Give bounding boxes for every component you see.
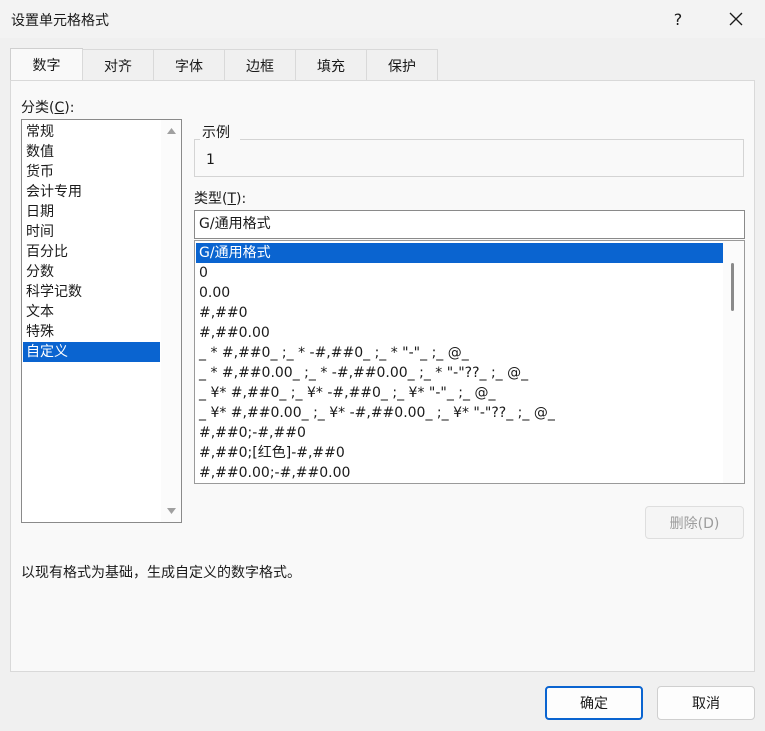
type-item[interactable]: #,##0;[红色]-#,##0 bbox=[196, 443, 723, 463]
category-label: 分类(C): bbox=[21, 97, 74, 117]
help-icon: ? bbox=[673, 9, 683, 29]
category-items: 常规 数值 货币 会计专用 日期 时间 百分比 分数 科学记数 文本 特殊 自定… bbox=[23, 122, 160, 362]
help-button[interactable]: ? bbox=[662, 4, 694, 34]
sample-value: 1 bbox=[206, 152, 215, 168]
category-item-time[interactable]: 时间 bbox=[23, 222, 160, 242]
category-item-general[interactable]: 常规 bbox=[23, 122, 160, 142]
type-item[interactable]: #,##0.00;-#,##0.00 bbox=[196, 463, 723, 483]
type-item[interactable]: _ ¥* #,##0.00_ ;_ ¥* -#,##0.00_ ;_ ¥* "-… bbox=[196, 403, 723, 423]
tab-border[interactable]: 边框 bbox=[224, 49, 296, 81]
type-item[interactable]: 0.00 bbox=[196, 283, 723, 303]
tab-fill[interactable]: 填充 bbox=[295, 49, 367, 81]
category-label-suffix: ): bbox=[64, 100, 75, 116]
type-scrollbar[interactable] bbox=[723, 241, 744, 483]
category-list[interactable]: 常规 数值 货币 会计专用 日期 时间 百分比 分数 科学记数 文本 特殊 自定… bbox=[21, 119, 182, 523]
category-scrollbar[interactable] bbox=[161, 120, 181, 522]
type-label-prefix: 类型( bbox=[194, 191, 228, 207]
type-list[interactable]: G/通用格式 0 0.00 #,##0 #,##0.00 _ * #,##0_ … bbox=[194, 240, 745, 484]
tab-number[interactable]: 数字 bbox=[10, 48, 83, 81]
tab-font[interactable]: 字体 bbox=[153, 49, 225, 81]
type-items: G/通用格式 0 0.00 #,##0 #,##0.00 _ * #,##0_ … bbox=[196, 243, 723, 483]
category-item-accounting[interactable]: 会计专用 bbox=[23, 182, 160, 202]
type-label: 类型(T): bbox=[194, 188, 246, 208]
category-item-currency[interactable]: 货币 bbox=[23, 162, 160, 182]
sample-legend: 示例 bbox=[202, 125, 230, 141]
delete-button[interactable]: 删除(D) bbox=[645, 506, 744, 539]
type-item[interactable]: _ ¥* #,##0_ ;_ ¥* -#,##0_ ;_ ¥* "-"_ ;_ … bbox=[196, 383, 723, 403]
type-input[interactable]: G/通用格式 bbox=[194, 210, 745, 239]
tab-label: 保护 bbox=[388, 58, 416, 75]
tab-strip: 数字 对齐 字体 边框 填充 保护 bbox=[10, 48, 438, 81]
cancel-button[interactable]: 取消 bbox=[657, 686, 755, 720]
type-label-suffix: ): bbox=[236, 191, 247, 207]
tab-label: 数字 bbox=[32, 58, 61, 74]
category-item-text[interactable]: 文本 bbox=[23, 302, 160, 322]
tab-alignment[interactable]: 对齐 bbox=[82, 49, 154, 81]
scroll-up-icon[interactable] bbox=[161, 122, 181, 140]
category-label-key: C bbox=[54, 100, 65, 116]
title-bar: 设置单元格格式 ? bbox=[0, 0, 765, 38]
ok-button[interactable]: 确定 bbox=[545, 686, 643, 720]
type-item[interactable]: #,##0;-#,##0 bbox=[196, 423, 723, 443]
scroll-down-icon[interactable] bbox=[161, 502, 181, 520]
category-item-percentage[interactable]: 百分比 bbox=[23, 242, 160, 262]
dialog-footer bbox=[0, 672, 765, 731]
type-item[interactable]: _ * #,##0_ ;_ * -#,##0_ ;_ * "-"_ ;_ @_ bbox=[196, 343, 723, 363]
type-item[interactable]: #,##0 bbox=[196, 303, 723, 323]
close-button[interactable] bbox=[716, 4, 756, 34]
category-label-prefix: 分类( bbox=[21, 100, 55, 116]
close-icon bbox=[729, 12, 743, 26]
sample-group bbox=[194, 139, 744, 177]
tab-label: 对齐 bbox=[104, 58, 132, 75]
type-scroll-thumb[interactable] bbox=[731, 263, 734, 311]
tab-label: 边框 bbox=[246, 58, 274, 75]
category-item-date[interactable]: 日期 bbox=[23, 202, 160, 222]
tab-label: 填充 bbox=[317, 58, 345, 75]
category-item-scientific[interactable]: 科学记数 bbox=[23, 282, 160, 302]
type-item[interactable]: _ * #,##0.00_ ;_ * -#,##0.00_ ;_ * "-"??… bbox=[196, 363, 723, 383]
description-text: 以现有格式为基础，生成自定义的数字格式。 bbox=[21, 565, 301, 581]
category-item-special[interactable]: 特殊 bbox=[23, 322, 160, 342]
type-label-key: T bbox=[227, 191, 237, 207]
type-item[interactable]: G/通用格式 bbox=[196, 243, 723, 263]
tab-label: 字体 bbox=[175, 58, 203, 75]
dialog-title: 设置单元格格式 bbox=[11, 13, 109, 29]
tab-protection[interactable]: 保护 bbox=[366, 49, 438, 81]
category-item-custom[interactable]: 自定义 bbox=[23, 342, 160, 362]
category-item-number[interactable]: 数值 bbox=[23, 142, 160, 162]
sample-group-top-border-left bbox=[194, 139, 200, 140]
type-item[interactable]: 0 bbox=[196, 263, 723, 283]
sample-group-top-border bbox=[240, 139, 744, 140]
category-item-fraction[interactable]: 分数 bbox=[23, 262, 160, 282]
type-item[interactable]: #,##0.00 bbox=[196, 323, 723, 343]
